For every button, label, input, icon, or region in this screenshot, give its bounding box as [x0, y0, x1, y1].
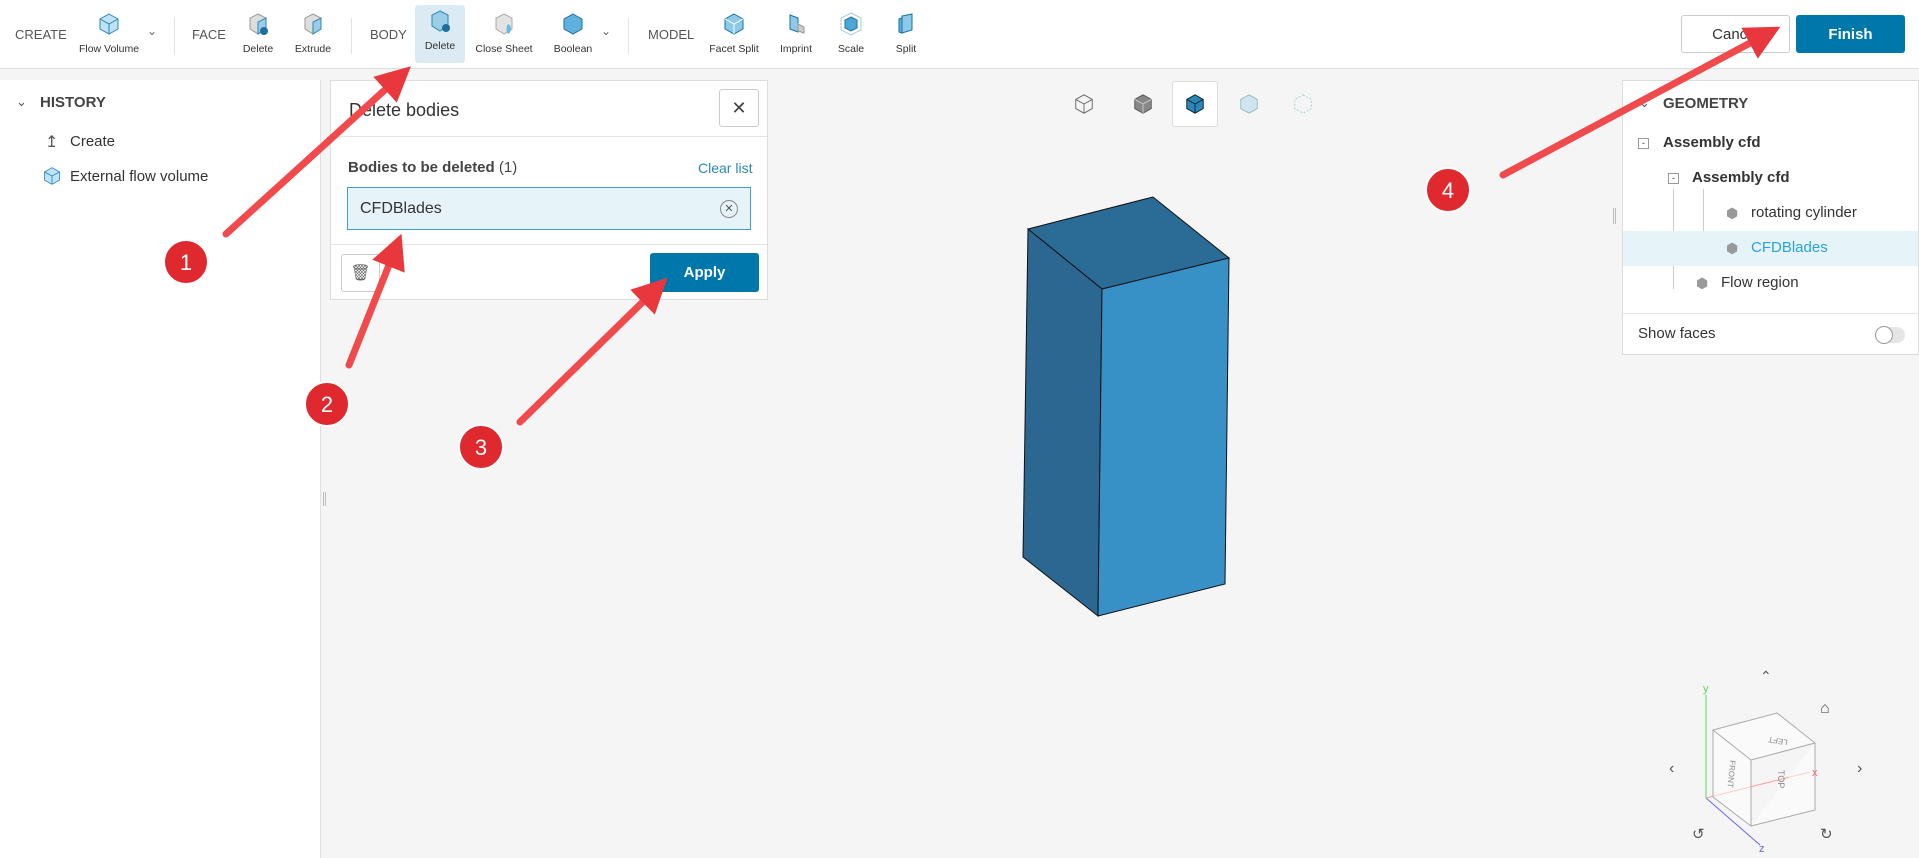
extrude-button[interactable]: Extrude: [283, 8, 343, 62]
collapse-toggle-icon[interactable]: -: [1668, 173, 1679, 184]
boolean-button[interactable]: Boolean: [543, 8, 603, 62]
chevron-down-icon[interactable]: ⌄: [147, 24, 157, 38]
body-delete-icon: [431, 10, 450, 32]
annotation-number-4: 4: [1442, 178, 1454, 203]
facet-split-icon: [724, 13, 744, 35]
body-icon: ⬢: [1726, 205, 1739, 221]
history-item-external-flow-volume[interactable]: External flow volume: [70, 168, 208, 185]
flow-volume-icon: [44, 167, 60, 185]
field-label: Bodies to be deleted (1): [348, 159, 518, 176]
navigation-cube[interactable]: ⌃ ⌂ ‹ › ↺ ↻ y x z LEFT FRONT TOP: [1660, 660, 1919, 858]
box-left-face: [1022, 227, 1103, 618]
resize-handle[interactable]: [323, 492, 326, 506]
group-create-label: CREATE: [15, 27, 67, 42]
flow-volume-button[interactable]: Flow Volume: [79, 8, 139, 62]
body-icon: ⬢: [1726, 240, 1739, 256]
geometry-panel: ⌄ GEOMETRY - Assembly cfd - Assembly cfd…: [1622, 80, 1919, 355]
finish-button[interactable]: Finish: [1796, 15, 1905, 53]
solid-edges-view-icon[interactable]: [1172, 81, 1218, 127]
scale-icon: [840, 12, 862, 36]
geometry-title: GEOMETRY: [1663, 95, 1749, 112]
bodies-list-input[interactable]: CFDBlades ✕: [347, 187, 751, 230]
axis-label-z: z: [1759, 843, 1765, 855]
collapse-chevron-icon[interactable]: ⌄: [1639, 95, 1650, 111]
apply-button[interactable]: Apply: [650, 253, 759, 292]
history-panel: ⌄ HISTORY ↥ Create External flow volume: [0, 80, 321, 858]
show-faces-toggle[interactable]: [1875, 326, 1905, 344]
split-icon: [898, 13, 913, 34]
extrude-icon: [304, 13, 322, 35]
group-body-label: BODY: [370, 27, 407, 42]
dialog-title: Delete bodies: [349, 100, 460, 120]
cancel-button[interactable]: Cancel: [1681, 15, 1790, 53]
chevron-down-icon[interactable]: ⌄: [601, 24, 611, 38]
show-faces-label: Show faces: [1638, 325, 1716, 342]
body-icon: ⬢: [1696, 275, 1709, 291]
history-title: HISTORY: [40, 94, 106, 111]
imprint-icon: [789, 14, 805, 34]
trash-icon[interactable]: 🗑: [341, 254, 380, 292]
clear-list-link[interactable]: Clear list: [698, 160, 752, 176]
tree-item-assembly[interactable]: Assembly cfd: [1692, 169, 1790, 186]
remove-icon[interactable]: ✕: [720, 200, 738, 218]
close-sheet-icon: [495, 13, 513, 35]
box-top-face: [1026, 196, 1231, 290]
resize-handle[interactable]: [1613, 208, 1616, 224]
split-button[interactable]: Split: [876, 8, 936, 62]
body-delete-button[interactable]: Delete: [415, 5, 465, 63]
close-button[interactable]: ✕: [719, 89, 759, 127]
selected-body-label: CFDBlades: [360, 200, 442, 217]
close-sheet-button[interactable]: Close Sheet: [474, 8, 534, 62]
upload-icon: ↥: [45, 134, 59, 151]
transparent-view-icon[interactable]: [1226, 81, 1272, 127]
tree-item-rotating-cylinder[interactable]: rotating cylinder: [1751, 204, 1857, 221]
collapse-chevron-icon[interactable]: ⌄: [16, 94, 27, 110]
annotation-marker-4: [1425, 167, 1471, 213]
axis-label-x: x: [1812, 767, 1818, 779]
annotation-marker-3: [458, 424, 504, 470]
scale-button[interactable]: Scale: [821, 8, 881, 62]
annotation-number-2: 2: [321, 392, 333, 417]
collapse-toggle-icon[interactable]: -: [1638, 138, 1649, 149]
flow-volume-icon: [99, 13, 119, 35]
solid-view-icon[interactable]: [1120, 81, 1166, 127]
face-delete-button[interactable]: Delete: [228, 8, 288, 62]
tree-item-cfdblades[interactable]: CFDBlades: [1751, 239, 1828, 256]
face-label-top: TOP: [1776, 770, 1786, 788]
history-item-create[interactable]: Create: [70, 133, 115, 150]
points-view-icon[interactable]: [1280, 81, 1326, 127]
annotation-arrow-3: [516, 277, 668, 426]
face-delete-icon: [249, 13, 268, 35]
annotation-number-3: 3: [475, 435, 487, 460]
box-right-face: [1097, 257, 1230, 617]
tree-item-assembly-root[interactable]: Assembly cfd: [1663, 134, 1761, 151]
imprint-button[interactable]: Imprint: [766, 8, 826, 62]
group-face-label: FACE: [192, 27, 226, 42]
tree-item-flow-region[interactable]: Flow region: [1721, 274, 1799, 291]
group-model-label: MODEL: [648, 27, 695, 42]
wireframe-view-icon[interactable]: [1061, 81, 1107, 127]
facet-split-button[interactable]: Facet Split: [704, 8, 764, 62]
axis-label-y: y: [1703, 683, 1709, 695]
toolbar: CREATE Flow Volume ⌄ FACE Delete Extrude…: [0, 0, 1919, 69]
boolean-icon: [563, 13, 583, 35]
delete-bodies-dialog: Delete bodies ✕ Bodies to be deleted (1)…: [330, 80, 768, 300]
